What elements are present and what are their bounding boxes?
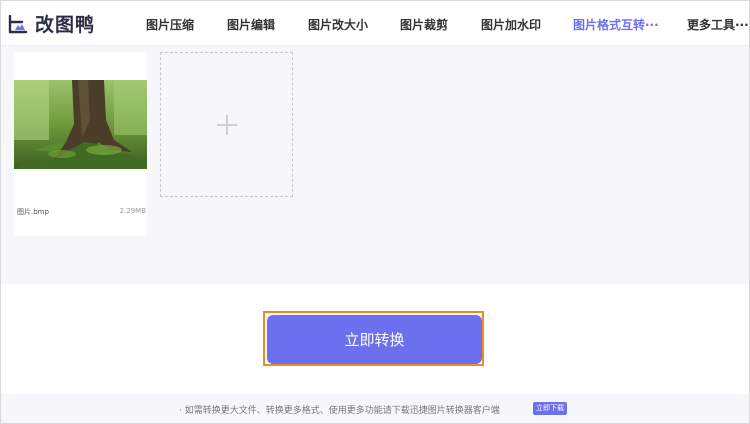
logo-text: 改图鸭: [35, 13, 96, 36]
plus-icon: [217, 115, 237, 135]
app-window: 改图鸭 图片压缩 图片编辑 图片改大小 图片裁剪 图片加水印 图片格式互转···…: [0, 0, 750, 424]
nav-image-crop[interactable]: 图片裁剪: [400, 16, 448, 33]
nav-image-watermark[interactable]: 图片加水印: [481, 16, 541, 33]
add-image-button[interactable]: [160, 52, 293, 197]
forest-tree-image: [14, 80, 147, 169]
duck-logo-icon: [8, 14, 28, 34]
convert-now-button[interactable]: 立即转换: [267, 315, 482, 364]
nav-more-tools[interactable]: 更多工具···: [687, 16, 749, 33]
upload-area: 图片.bmp 2.29MB: [1, 46, 749, 284]
image-thumbnail: [14, 80, 147, 169]
logo[interactable]: 改图鸭: [7, 10, 95, 36]
top-header: 改图鸭 图片压缩 图片编辑 图片改大小 图片裁剪 图片加水印 图片格式互转···…: [1, 1, 749, 46]
download-notice: · 如需转换更大文件、转换更多格式、使用更多功能请下载迅捷图片转换器客户端: [179, 406, 500, 416]
footer-bar: · 如需转换更大文件、转换更多格式、使用更多功能请下载迅捷图片转换器客户端 立即…: [1, 394, 749, 423]
file-size: 2.29MB: [119, 207, 146, 215]
nav-image-compress[interactable]: 图片压缩: [146, 16, 194, 33]
nav-image-resize[interactable]: 图片改大小: [308, 16, 368, 33]
nav-image-edit[interactable]: 图片编辑: [227, 16, 275, 33]
download-now-button[interactable]: 立即下载: [533, 402, 567, 415]
nav-image-format-convert[interactable]: 图片格式互转···: [573, 16, 659, 33]
file-card[interactable]: 图片.bmp 2.29MB: [14, 52, 147, 236]
file-name: 图片.bmp: [17, 208, 49, 216]
